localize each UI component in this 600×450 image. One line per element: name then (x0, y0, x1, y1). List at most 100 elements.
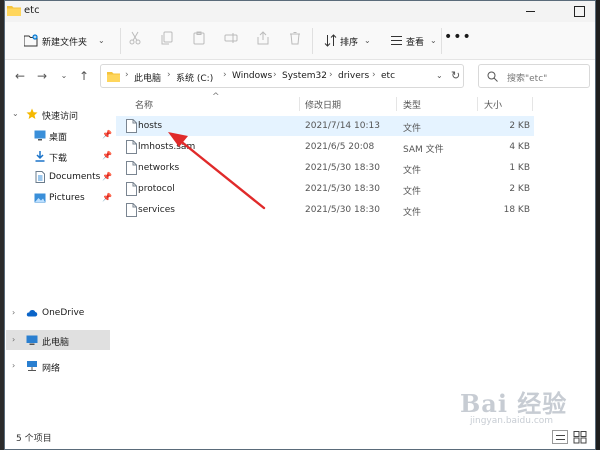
share-icon[interactable] (256, 31, 270, 45)
pin-icon[interactable]: 📌 (102, 151, 112, 160)
sidebar-item-this-pc[interactable]: › 此电脑 (6, 330, 110, 350)
document-icon (35, 171, 45, 183)
address-dropdown-icon[interactable]: ⌄ (436, 71, 443, 80)
column-header-name[interactable]: 名称 (135, 98, 153, 111)
column-header-type[interactable]: 类型 (403, 98, 421, 111)
column-divider[interactable] (299, 97, 300, 111)
sort-ascending-icon: ^ (212, 92, 220, 102)
sidebar-item-desktop[interactable]: 桌面 📌 (6, 125, 112, 145)
forward-arrow-icon[interactable]: → (34, 68, 50, 84)
new-folder-button[interactable]: 新建文件夹 ⌄ (16, 28, 112, 54)
toolbar-divider (120, 28, 121, 54)
title-bar: etc (4, 0, 596, 22)
toolbar-divider (441, 28, 442, 54)
delete-icon[interactable] (288, 31, 302, 45)
up-arrow-icon[interactable]: ↑ (76, 68, 92, 84)
sidebar-item-label: OneDrive (42, 308, 85, 318)
column-header-size[interactable]: 大小 (484, 98, 502, 111)
breadcrumb-windows[interactable]: Windows (232, 71, 272, 81)
baidu-jingyan-watermark: Bai 经验 jingyan.baidu.com (460, 384, 596, 430)
breadcrumb-separator-icon: › (167, 70, 171, 80)
pin-icon[interactable]: 📌 (102, 193, 112, 202)
sidebar-item-pictures[interactable]: Pictures 📌 (6, 188, 112, 208)
maximize-button[interactable] (564, 0, 594, 22)
navigation-bar: ← → ⌄ ↑ › 此电脑 › 系统 (C:) › Windows › Syst… (4, 60, 596, 92)
column-header-modified[interactable]: 修改日期 (305, 98, 341, 111)
sidebar-item-label: 此电脑 (42, 338, 70, 348)
expand-chevron-icon[interactable]: › (12, 335, 15, 344)
item-count: 5 个项目 (16, 434, 52, 444)
refresh-icon[interactable]: ↻ (451, 69, 460, 82)
sidebar-item-label: 桌面 (49, 133, 68, 143)
file-size: 1 KB (509, 163, 530, 173)
red-annotation-arrow (168, 132, 266, 210)
breadcrumb-separator-icon: › (125, 70, 129, 80)
file-icon (126, 203, 137, 217)
toolbar-divider (312, 28, 313, 54)
file-modified: 2021/5/30 18:30 (305, 163, 380, 173)
breadcrumb-drivers[interactable]: drivers (338, 71, 369, 81)
sidebar-item-downloads[interactable]: 下载 📌 (6, 146, 112, 166)
pin-icon[interactable]: 📌 (102, 130, 112, 139)
rename-icon[interactable] (224, 31, 238, 45)
breadcrumb-separator-icon: › (329, 70, 333, 80)
column-divider[interactable] (532, 97, 533, 111)
sidebar-item-documents[interactable]: Documents 📌 (6, 167, 112, 187)
file-modified: 2021/5/30 18:30 (305, 184, 380, 194)
file-size: 2 KB (509, 184, 530, 194)
chevron-down-icon: ⌄ (98, 36, 105, 45)
cloud-icon (26, 309, 38, 317)
breadcrumb-this-pc[interactable]: 此电脑 (134, 71, 161, 84)
computer-icon (26, 335, 38, 345)
paste-icon[interactable] (192, 31, 206, 45)
desktop-icon (34, 130, 46, 141)
view-button[interactable]: 查看 ⌄ (386, 28, 442, 54)
more-options-button[interactable]: ••• (444, 30, 471, 50)
view-icon (391, 36, 402, 45)
sort-button[interactable]: 排序 ⌄ (320, 28, 376, 54)
minimize-button[interactable] (516, 0, 546, 22)
copy-icon[interactable] (160, 31, 174, 45)
file-size: 2 KB (509, 121, 530, 131)
watermark-brand: Bai 经验 (460, 389, 568, 418)
back-arrow-icon[interactable]: ← (12, 68, 28, 84)
new-folder-label: 新建文件夹 (42, 38, 88, 48)
column-divider[interactable] (396, 97, 397, 111)
network-icon (27, 361, 37, 371)
address-bar[interactable]: › 此电脑 › 系统 (C:) › Windows › System32 › d… (100, 64, 464, 88)
pictures-icon (34, 193, 46, 203)
file-size: 4 KB (509, 142, 530, 152)
search-icon (487, 71, 498, 82)
sidebar-item-quick-access[interactable]: ⌄ 快速访问 (6, 104, 110, 124)
file-icon (126, 140, 137, 154)
pin-icon[interactable]: 📌 (102, 172, 112, 181)
file-type: 文件 (403, 187, 422, 197)
sidebar-item-label: 快速访问 (42, 112, 79, 122)
file-explorer-window: etc 新建文件夹 ⌄ 排序 ⌄ 查看 ⌄ ••• ← → ⌄ ↑ › 此电脑 … (4, 0, 596, 450)
large-icons-view-button[interactable] (572, 430, 588, 444)
file-type: 文件 (403, 208, 422, 218)
breadcrumb-etc[interactable]: etc (381, 71, 395, 81)
expand-chevron-icon[interactable]: › (12, 361, 15, 370)
search-box[interactable]: 搜索"etc" (478, 64, 590, 88)
sidebar-item-onedrive[interactable]: › OneDrive (6, 303, 110, 323)
file-icon (126, 182, 137, 196)
navigation-pane: ⌄ 快速访问 桌面 📌 下载 📌 Documents 📌 Pictures 📌 … (4, 92, 112, 426)
breadcrumb-system-c[interactable]: 系统 (C:) (176, 71, 213, 84)
collapse-chevron-icon[interactable]: ⌄ (12, 109, 19, 118)
search-placeholder: 搜索"etc" (507, 74, 548, 84)
sidebar-item-network[interactable]: › 网络 (6, 356, 110, 376)
sidebar-item-label: Documents (49, 172, 101, 182)
column-divider[interactable] (477, 97, 478, 111)
recent-chevron-icon[interactable]: ⌄ (56, 68, 72, 84)
file-type: 文件 (403, 124, 422, 134)
expand-chevron-icon[interactable]: › (12, 308, 15, 317)
star-icon (26, 108, 38, 119)
folder-icon (7, 6, 21, 16)
chevron-down-icon: ⌄ (430, 36, 437, 45)
file-icon (126, 119, 137, 133)
sidebar-item-label: 网络 (42, 364, 61, 374)
breadcrumb-system32[interactable]: System32 (282, 71, 327, 81)
cut-icon[interactable] (128, 31, 142, 45)
details-view-button[interactable] (552, 430, 568, 444)
